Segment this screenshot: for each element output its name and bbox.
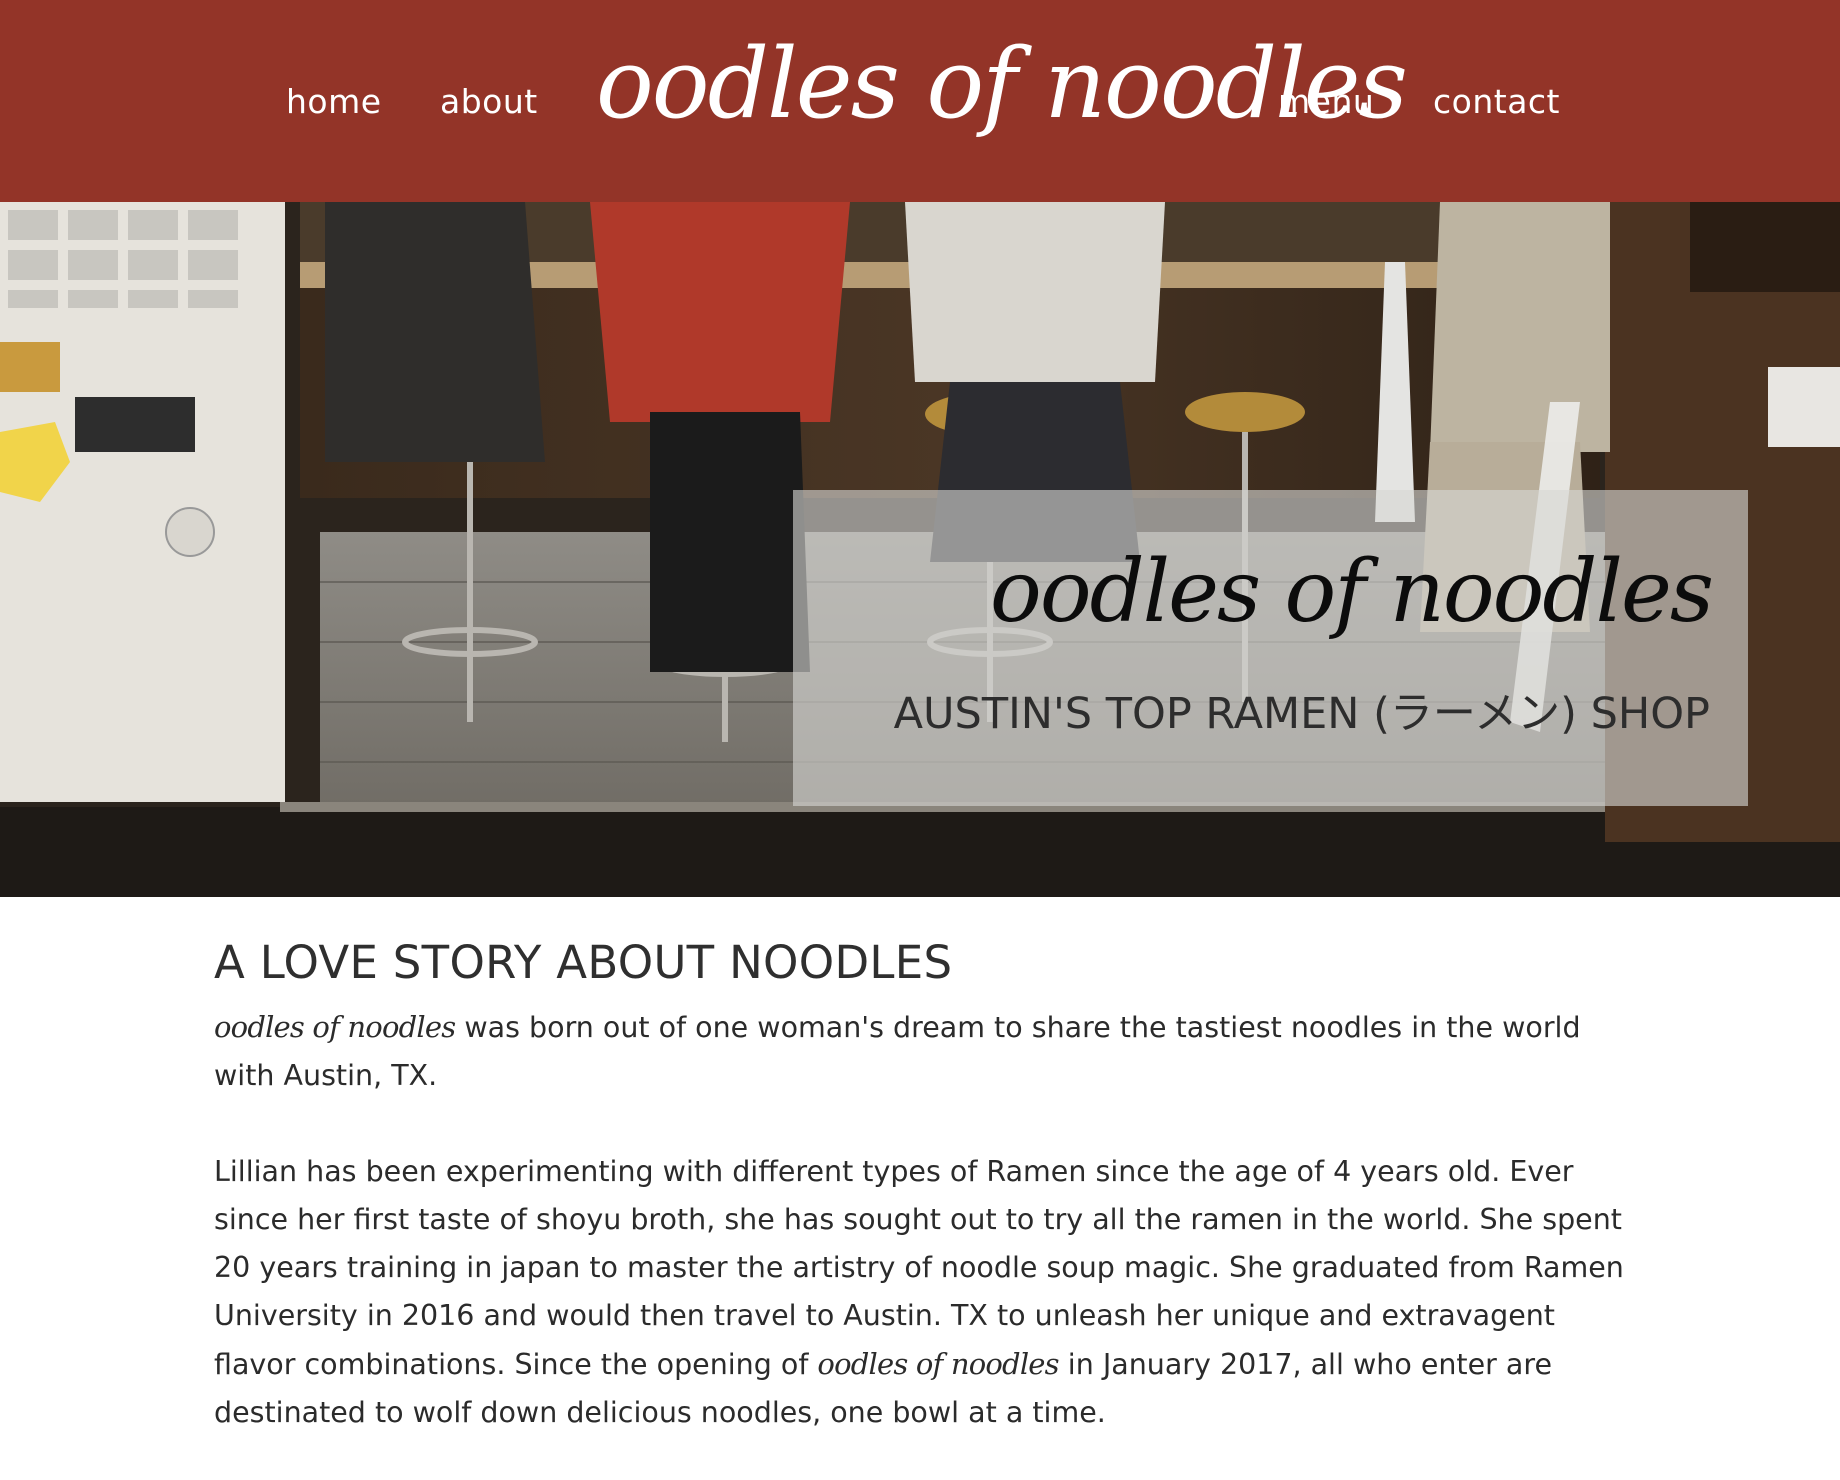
site-logo[interactable]: oodles of noodles bbox=[596, 24, 1408, 174]
hero-title: oodles of noodles bbox=[990, 542, 1714, 642]
site-header: home about oodles of noodles menu contac… bbox=[0, 0, 1840, 202]
story-paragraph-2: Lillian has been experimenting with diff… bbox=[214, 1148, 1624, 1437]
nav-about-link[interactable]: about bbox=[440, 82, 538, 122]
hero-caption-box: oodles of noodles AUSTIN'S TOP RAMEN (ラー… bbox=[793, 490, 1748, 806]
brand-name-inline: oodles of noodles bbox=[214, 1010, 456, 1044]
nav-home-link[interactable]: home bbox=[286, 82, 382, 122]
hero-subtitle: AUSTIN'S TOP RAMEN (ラーメン) SHOP bbox=[893, 689, 1710, 739]
story-paragraph-1: oodles of noodles was born out of one wo… bbox=[214, 1003, 1624, 1100]
nav-menu-link[interactable]: menu bbox=[1278, 82, 1374, 122]
brand-name-inline: oodles of noodles bbox=[817, 1347, 1059, 1381]
nav-contact-link[interactable]: contact bbox=[1433, 82, 1560, 122]
story-section: A LOVE STORY ABOUT NOODLES oodles of noo… bbox=[214, 935, 1624, 1437]
section-title: A LOVE STORY ABOUT NOODLES bbox=[214, 936, 953, 989]
hero-banner: oodles of noodles AUSTIN'S TOP RAMEN (ラー… bbox=[0, 202, 1840, 897]
